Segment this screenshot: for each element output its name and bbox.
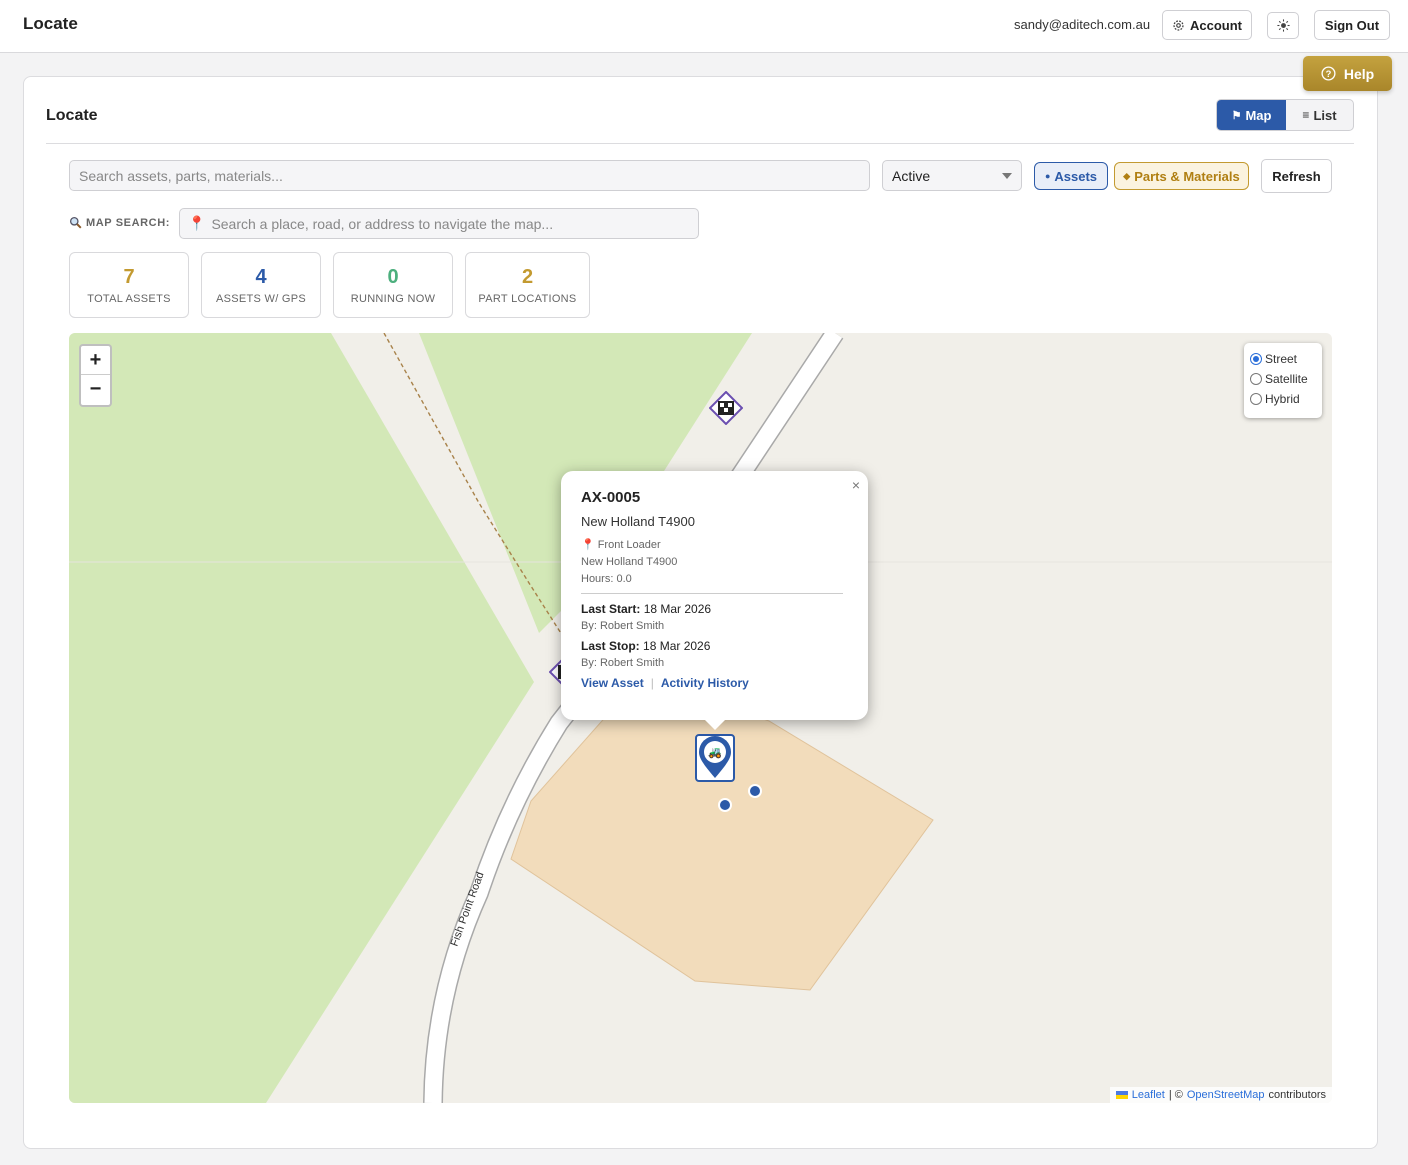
popup-links: View Asset | Activity History — [581, 676, 848, 690]
svg-text:🚜: 🚜 — [708, 746, 722, 759]
asset-gps-dot[interactable] — [718, 798, 732, 812]
chevron-down-icon — [1002, 172, 1012, 179]
popup-last-stop-by: By: Robert Smith — [581, 657, 665, 669]
popup-asset-id: AX-0005 — [581, 489, 641, 506]
popup-hours: Hours: 0.0 — [581, 573, 632, 585]
stat-part-locations: 2 PART LOCATIONS — [465, 252, 590, 318]
popup-model: New Holland T4900 — [581, 514, 695, 529]
map-view-label: Map — [1245, 107, 1272, 123]
stat-value: 4 — [255, 266, 267, 288]
user-email: sandy@aditech.com.au — [1014, 17, 1151, 32]
account-label: Account — [1190, 17, 1242, 33]
asset-popup: × AX-0005 New Holland T4900 📍 Front Load… — [561, 471, 868, 730]
top-bar: Locate sandy@aditech.com.au Account Sign… — [0, 0, 1408, 53]
layer-option-hybrid[interactable]: Hybrid — [1250, 389, 1316, 409]
layer-label: Satellite — [1265, 372, 1308, 386]
assets-chip-label: Assets — [1054, 168, 1098, 184]
theme-toggle-button[interactable] — [1267, 12, 1299, 39]
stat-value: 2 — [521, 266, 534, 288]
radio-icon — [1250, 393, 1262, 405]
leaflet-link[interactable]: Leaflet — [1132, 1089, 1165, 1101]
map-search-input[interactable]: 📍 Search a place, road, or address to na… — [179, 208, 699, 239]
popup-type: 📍 Front Loader — [581, 538, 848, 552]
close-icon[interactable]: × — [852, 477, 860, 493]
gear-icon — [1173, 19, 1184, 31]
map-search-label-text: MAP SEARCH: — [86, 216, 171, 229]
popup-divider — [581, 593, 843, 594]
help-button[interactable]: ? Help — [1303, 56, 1392, 91]
part-location-marker[interactable] — [709, 391, 743, 425]
diamond-icon: ◆ — [1123, 170, 1131, 181]
popup-last-start: Last Start: 18 Mar 2026 — [581, 602, 848, 616]
stat-label: TOTAL ASSETS — [87, 293, 171, 305]
asset-gps-dot[interactable] — [748, 784, 762, 798]
ukraine-flag-icon — [1115, 1091, 1128, 1099]
map-attribution: Leaflet | © OpenStreetMap contributors — [1109, 1087, 1332, 1103]
asset-search-input[interactable] — [69, 160, 870, 191]
page-title: Locate — [46, 107, 98, 124]
map-canvas[interactable]: Fish Point Road 🚜 × AX-0005 New Holland … — [69, 333, 1332, 1103]
layer-label: Street — [1265, 352, 1298, 366]
question-circle-icon: ? — [1321, 66, 1336, 81]
stat-assets-gps: 4 ASSETS W/ GPS — [201, 252, 321, 318]
stat-value: 0 — [387, 266, 399, 288]
layer-control: Street Satellite Hybrid — [1244, 343, 1322, 418]
link-separator: | — [650, 676, 654, 690]
park-area — [69, 333, 534, 1103]
account-button[interactable]: Account — [1162, 10, 1252, 40]
parts-filter-chip[interactable]: ◆ Parts & Materials — [1114, 162, 1249, 190]
pin-icon: 📍 — [581, 539, 595, 551]
zoom-out-button[interactable]: − — [81, 375, 110, 404]
header-divider — [46, 143, 1354, 144]
dot-icon: ● — [1044, 171, 1051, 181]
last-start-label: Last Start: — [581, 602, 641, 616]
map-search-placeholder: Search a place, road, or address to navi… — [211, 215, 554, 232]
app-title: Locate — [23, 14, 78, 33]
popup-last-start-by: By: Robert Smith — [581, 620, 665, 632]
stat-total-assets: 7 TOTAL ASSETS — [69, 252, 189, 318]
stat-running-now: 0 RUNNING NOW — [333, 252, 453, 318]
pin-icon: 📍 — [188, 215, 206, 231]
layer-option-street[interactable]: Street — [1250, 349, 1316, 369]
last-stop-label: Last Stop: — [581, 639, 640, 653]
stat-label: PART LOCATIONS — [478, 293, 577, 305]
list-icon: ≡ — [1302, 108, 1310, 122]
help-label: Help — [1343, 65, 1375, 82]
list-view-label: List — [1313, 107, 1337, 123]
attribution-suffix: contributors — [1268, 1089, 1326, 1101]
activity-history-link[interactable]: Activity History — [661, 676, 749, 690]
stat-value: 7 — [123, 266, 135, 288]
sun-icon — [1276, 19, 1290, 32]
list-view-button[interactable]: ≡ List — [1286, 100, 1353, 130]
map-view-button[interactable]: ⚑ Map — [1217, 100, 1286, 130]
svg-text:?: ? — [1325, 69, 1331, 79]
layer-option-satellite[interactable]: Satellite — [1250, 369, 1316, 389]
last-stop-value: 18 Mar 2026 — [643, 639, 711, 653]
view-asset-link[interactable]: View Asset — [581, 676, 644, 690]
popup-model-line: New Holland T4900 — [581, 556, 678, 568]
popup-last-stop: Last Stop: 18 Mar 2026 — [581, 639, 848, 653]
sign-out-button[interactable]: Sign Out — [1314, 10, 1390, 40]
zoom-control: + − — [79, 344, 112, 407]
osm-link[interactable]: OpenStreetMap — [1187, 1089, 1265, 1101]
flag-icon: ⚑ — [1231, 109, 1242, 122]
view-toggle: ⚑ Map ≡ List — [1216, 99, 1354, 131]
attribution-separator: | © — [1168, 1089, 1183, 1101]
magnifier-icon — [69, 216, 82, 229]
stat-label: RUNNING NOW — [350, 293, 436, 305]
assets-filter-chip[interactable]: ● Assets — [1034, 162, 1108, 190]
parts-chip-label: Parts & Materials — [1134, 168, 1240, 184]
selected-asset-marker[interactable]: 🚜 — [695, 734, 735, 782]
layer-label: Hybrid — [1265, 392, 1300, 406]
stat-label: ASSETS W/ GPS — [215, 293, 307, 305]
zoom-in-button[interactable]: + — [81, 346, 110, 375]
status-select[interactable]: Active — [882, 160, 1022, 191]
map-search-label: MAP SEARCH: — [69, 216, 170, 229]
popup-type-label: Front Loader — [597, 538, 661, 551]
radio-icon — [1250, 353, 1262, 365]
last-start-value: 18 Mar 2026 — [643, 602, 712, 616]
radio-icon — [1250, 373, 1262, 385]
refresh-button[interactable]: Refresh — [1261, 159, 1332, 193]
status-select-value: Active — [892, 167, 931, 184]
